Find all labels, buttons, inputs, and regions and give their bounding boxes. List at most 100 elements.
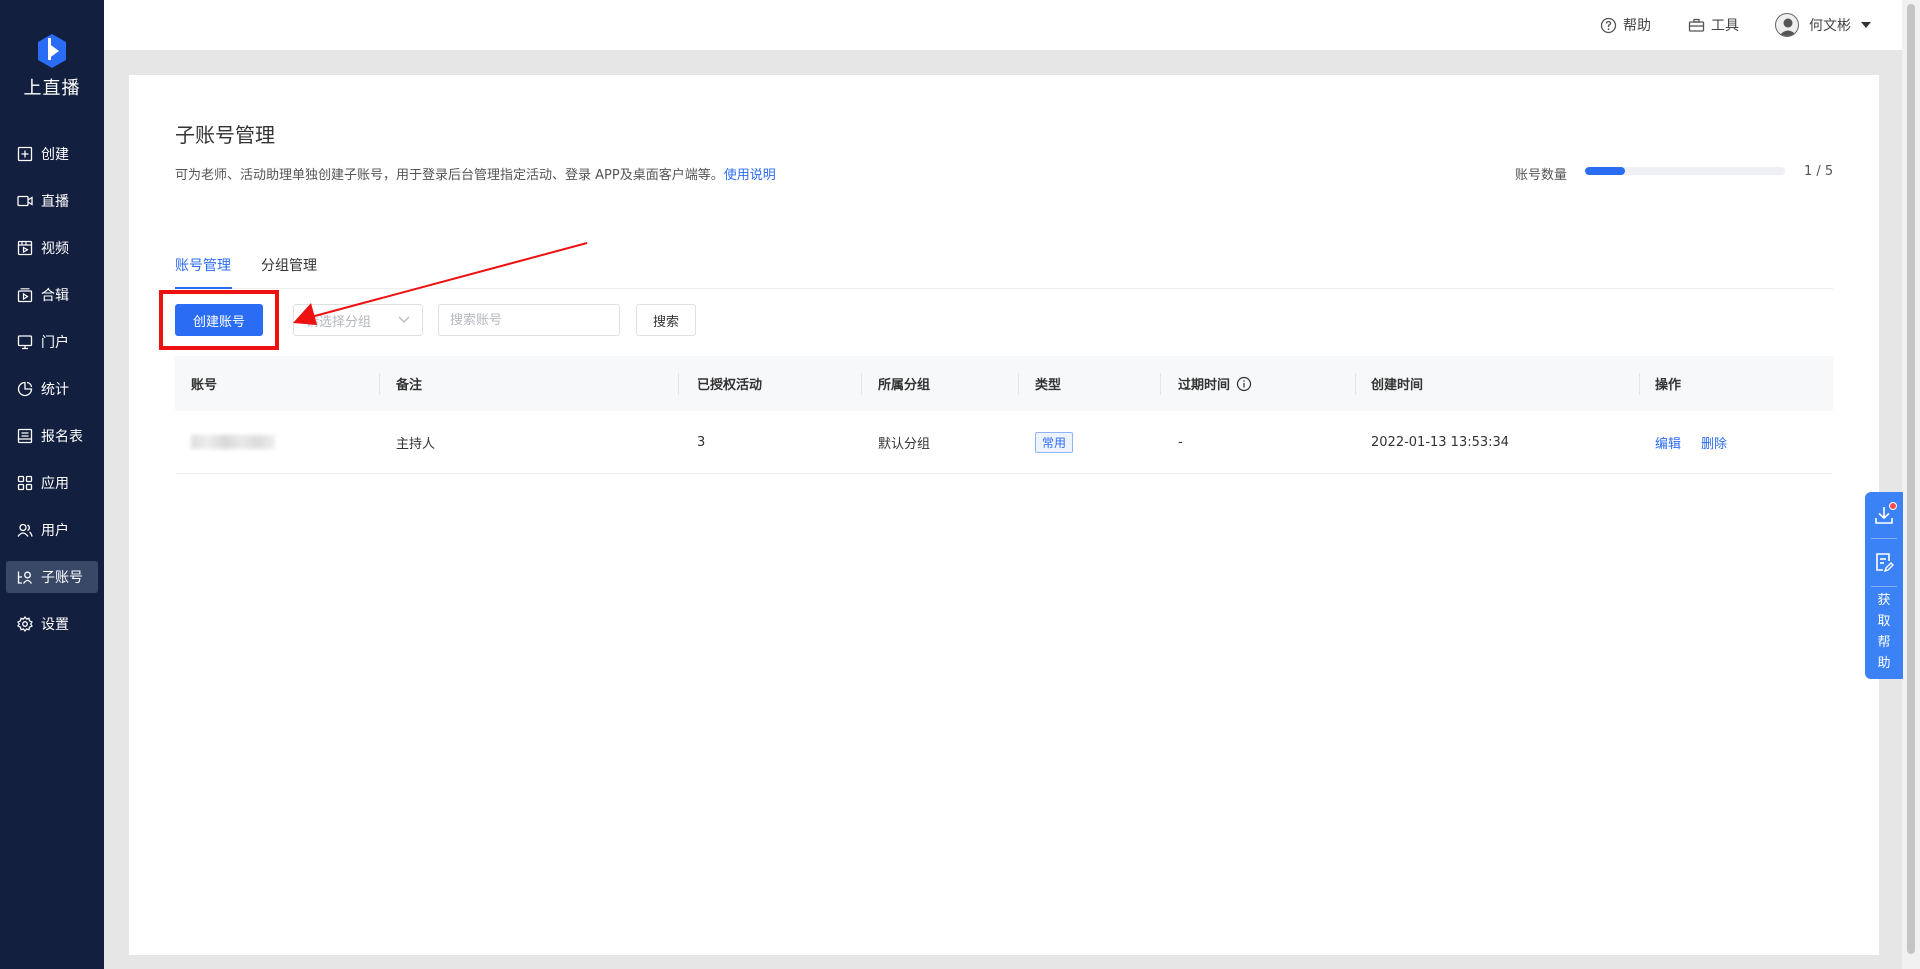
delete-link[interactable]: 删除 <box>1701 433 1727 452</box>
sidebar-item-film[interactable]: 视频 <box>6 232 98 264</box>
sidebar-item-sub-account[interactable]: 子账号 <box>6 561 98 593</box>
description-text: 可为老师、活动助理单独创建子账号，用于登录后台管理指定活动、登录 APP及桌面客… <box>175 168 724 183</box>
tools-link[interactable]: 工具 <box>1688 0 1739 50</box>
floating-help-widget: 获 取 帮 助 <box>1865 492 1903 679</box>
help-link[interactable]: 帮助 <box>1600 0 1651 50</box>
sidebar-item-label: 设置 <box>41 617 69 633</box>
sidebar-item-plus-square[interactable]: 创建 <box>6 138 98 170</box>
column-divider <box>379 373 380 395</box>
sidebar-item-label: 门户 <box>41 335 69 351</box>
search-button[interactable]: 搜索 <box>636 304 696 336</box>
account-cell <box>191 411 275 473</box>
column-divider <box>1639 373 1640 395</box>
avatar <box>1775 13 1799 37</box>
vertical-scrollbar[interactable] <box>1902 0 1920 969</box>
actions-cell: 编辑 删除 <box>1655 411 1747 473</box>
sidebar-item-label: 合辑 <box>41 288 69 304</box>
expire-cell: - <box>1178 434 1183 450</box>
user-name: 何文彬 <box>1809 18 1851 34</box>
edit-link[interactable]: 编辑 <box>1655 433 1681 452</box>
plus-square-icon <box>17 146 33 162</box>
page-description: 可为老师、活动助理单独创建子账号，用于登录后台管理指定活动、登录 APP及桌面客… <box>175 164 776 183</box>
sidebar-item-label: 创建 <box>41 147 69 163</box>
quota-count: 1 / 5 <box>1804 164 1834 179</box>
sidebar-item-label: 直播 <box>41 194 69 210</box>
feedback-button[interactable] <box>1865 542 1903 582</box>
users-icon <box>17 522 33 538</box>
col-expire-label: 过期时间 <box>1178 378 1231 393</box>
gear-icon <box>17 616 33 632</box>
tab-group-management[interactable]: 分组管理 <box>261 255 321 289</box>
group-select[interactable]: 请选择分组 <box>293 304 423 336</box>
help-label: 帮助 <box>1623 18 1651 34</box>
video-camera-icon <box>17 193 33 209</box>
sidebar-nav: 创建直播视频合辑门户统计报名表应用用户子账号设置 <box>0 138 104 655</box>
col-group: 所属分组 <box>878 378 931 393</box>
col-account: 账号 <box>191 378 218 393</box>
get-help-char: 帮 <box>1877 635 1891 650</box>
sidebar-item-label: 用户 <box>41 523 69 539</box>
sidebar-item-gear[interactable]: 设置 <box>6 608 98 640</box>
sidebar-item-label: 子账号 <box>41 570 83 586</box>
edit-document-icon <box>1876 553 1894 573</box>
column-divider <box>861 373 862 395</box>
create-account-button[interactable]: 创建账号 <box>175 304 263 336</box>
download-button[interactable] <box>1865 495 1903 535</box>
get-help-button[interactable]: 获 取 帮 助 <box>1865 590 1903 674</box>
type-badge: 常用 <box>1035 431 1074 453</box>
quota-progress <box>1585 167 1785 175</box>
table-header: 账号 备注 已授权活动 所属分组 类型 过期时间 创建时间 操作 <box>175 356 1833 411</box>
logo-icon <box>38 34 66 68</box>
sub-account-icon <box>17 569 33 585</box>
logo[interactable]: 上直播 <box>0 34 104 100</box>
authorized-cell: 3 <box>697 434 706 450</box>
col-type: 类型 <box>1035 378 1062 393</box>
group-cell: 默认分组 <box>878 436 931 452</box>
user-menu[interactable]: 何文彬 <box>1775 0 1871 50</box>
monitor-icon <box>17 334 33 350</box>
sidebar-item-monitor[interactable]: 门户 <box>6 326 98 358</box>
notification-dot <box>1889 502 1897 510</box>
pie-chart-icon <box>17 381 33 397</box>
sidebar: 上直播 创建直播视频合辑门户统计报名表应用用户子账号设置 <box>0 0 104 969</box>
get-help-char: 取 <box>1877 614 1891 629</box>
sidebar-item-label: 视频 <box>41 241 69 257</box>
page-title: 子账号管理 <box>175 123 275 147</box>
main-card: 子账号管理 可为老师、活动助理单独创建子账号，用于登录后台管理指定活动、登录 A… <box>129 75 1879 955</box>
tab-account-management[interactable]: 账号管理 <box>175 255 232 289</box>
sidebar-item-collection[interactable]: 合辑 <box>6 279 98 311</box>
info-circle-icon[interactable] <box>1236 376 1252 392</box>
sidebar-item-pie-chart[interactable]: 统计 <box>6 373 98 405</box>
usage-guide-link[interactable]: 使用说明 <box>724 168 776 183</box>
question-circle-icon <box>1600 17 1617 33</box>
tools-label: 工具 <box>1711 18 1739 34</box>
quota-progress-fill <box>1585 167 1625 175</box>
col-remark: 备注 <box>396 378 423 393</box>
table-row: 主持人 3 默认分组 常用 - 2022-01-13 13:53:34 编辑 删… <box>175 411 1833 474</box>
sidebar-item-label: 报名表 <box>41 429 83 445</box>
user-avatar-icon <box>1779 18 1797 36</box>
divider <box>1871 538 1897 539</box>
column-divider <box>1355 373 1356 395</box>
masked-account-value <box>191 435 275 449</box>
quota-label: 账号数量 <box>1515 168 1568 183</box>
sidebar-item-apps-grid[interactable]: 应用 <box>6 467 98 499</box>
scrollbar-thumb[interactable] <box>1907 4 1915 954</box>
apps-grid-icon <box>17 475 33 491</box>
caret-down-icon <box>1861 22 1871 28</box>
sidebar-item-label: 应用 <box>41 476 69 492</box>
tabs: 账号管理 分组管理 <box>175 255 1833 289</box>
search-input[interactable] <box>438 304 620 336</box>
sidebar-item-video-camera[interactable]: 直播 <box>6 185 98 217</box>
sidebar-item-form[interactable]: 报名表 <box>6 420 98 452</box>
group-select-placeholder: 请选择分组 <box>306 314 372 330</box>
created-cell: 2022-01-13 13:53:34 <box>1371 434 1510 450</box>
sidebar-item-label: 统计 <box>41 382 69 398</box>
col-actions: 操作 <box>1655 378 1682 393</box>
sidebar-item-users[interactable]: 用户 <box>6 514 98 546</box>
col-authorized: 已授权活动 <box>697 378 763 393</box>
top-header: 帮助 工具 何文彬 <box>104 0 1902 50</box>
form-icon <box>17 428 33 444</box>
column-divider <box>1160 373 1161 395</box>
col-expire: 过期时间 <box>1178 356 1252 411</box>
